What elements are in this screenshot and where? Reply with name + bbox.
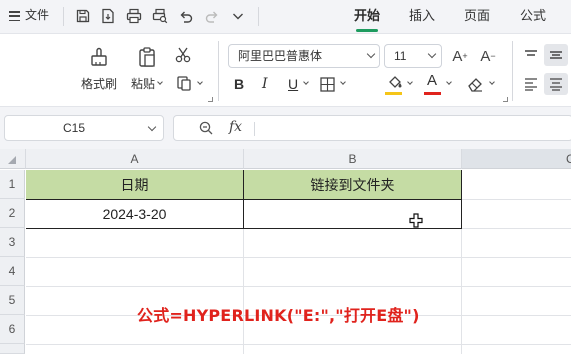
- gridline: [462, 228, 571, 229]
- align-center-icon[interactable]: [544, 73, 568, 95]
- print-icon[interactable]: [124, 6, 144, 26]
- paste-dropdown-icon[interactable]: [157, 79, 163, 85]
- column-header-c[interactable]: C: [462, 149, 571, 169]
- row-header-6[interactable]: 6: [0, 315, 25, 344]
- clipboard-dialog-launcher[interactable]: [208, 97, 213, 102]
- zoom-formula-icon[interactable]: [198, 120, 216, 138]
- tab-page[interactable]: 页面: [464, 8, 490, 24]
- row-header-2[interactable]: 2: [0, 199, 25, 228]
- formula-input[interactable]: fx: [173, 115, 571, 141]
- cell-a2[interactable]: 2024-3-20: [26, 200, 244, 229]
- paste-label[interactable]: 粘贴: [131, 77, 155, 91]
- increase-font-icon[interactable]: A +: [450, 45, 470, 67]
- main-menu-icon[interactable]: [9, 11, 20, 22]
- font-color-dropdown-icon[interactable]: [446, 79, 452, 85]
- font-color-swatch: [424, 92, 441, 95]
- divider: [258, 7, 259, 26]
- fx-icon[interactable]: fx: [229, 119, 242, 135]
- font-dialog-launcher[interactable]: [503, 97, 508, 102]
- gridline: [26, 344, 571, 345]
- row-header-7[interactable]: [0, 344, 25, 354]
- tab-formulas[interactable]: 公式: [520, 8, 546, 24]
- copy-icon[interactable]: [174, 73, 194, 93]
- tab-insert[interactable]: 插入: [409, 8, 435, 24]
- copy-dropdown-icon[interactable]: [197, 79, 203, 85]
- row-header-5[interactable]: 5: [0, 286, 25, 315]
- font-size-chevron-icon: [427, 49, 437, 59]
- more-chevron-icon[interactable]: [228, 6, 248, 26]
- divider: [254, 122, 255, 136]
- redo-icon[interactable]: [202, 6, 222, 26]
- cell-b2[interactable]: [244, 200, 462, 229]
- italic-button[interactable]: I: [262, 77, 268, 91]
- divider: [512, 41, 513, 101]
- bold-button[interactable]: B: [234, 77, 244, 91]
- formula-bar: C15 fx: [0, 107, 571, 149]
- cell-b1[interactable]: 链接到文件夹: [244, 170, 462, 200]
- align-middle-icon[interactable]: [544, 44, 568, 66]
- export-pdf-icon[interactable]: [98, 6, 118, 26]
- borders-dropdown-icon[interactable]: [340, 79, 346, 85]
- decrease-font-icon[interactable]: A −: [478, 45, 498, 67]
- underline-dropdown-icon[interactable]: [303, 79, 309, 85]
- clear-dropdown-icon[interactable]: [489, 79, 495, 85]
- tab-home[interactable]: 开始: [354, 8, 380, 24]
- name-box[interactable]: C15: [4, 115, 164, 141]
- name-box-chevron-icon[interactable]: [147, 122, 157, 132]
- select-all-corner[interactable]: [0, 149, 26, 169]
- font-name-select[interactable]: 阿里巴巴普惠体: [228, 44, 380, 68]
- format-painter-icon[interactable]: [86, 44, 112, 70]
- gridline: [26, 286, 571, 287]
- font-name-chevron-icon: [366, 49, 376, 59]
- file-menu[interactable]: 文件: [25, 8, 49, 22]
- column-header-b[interactable]: B: [244, 149, 462, 169]
- undo-icon[interactable]: [176, 6, 196, 26]
- name-box-value: C15: [62, 121, 85, 135]
- align-left-icon[interactable]: [521, 74, 541, 94]
- row-header-3[interactable]: 3: [0, 228, 25, 257]
- font-name-value: 阿里巴巴普惠体: [238, 49, 323, 63]
- font-size-value: 11: [394, 49, 407, 63]
- column-header-a[interactable]: A: [26, 149, 244, 169]
- font-color-icon[interactable]: A: [427, 73, 437, 88]
- format-painter-label[interactable]: 格式刷: [81, 77, 117, 91]
- cut-icon[interactable]: [173, 45, 193, 65]
- save-icon[interactable]: [73, 6, 93, 26]
- gridline: [462, 199, 571, 200]
- divider: [218, 41, 219, 101]
- cell-a1[interactable]: 日期: [26, 170, 244, 200]
- font-size-select[interactable]: 11: [384, 44, 442, 68]
- eraser-icon[interactable]: [465, 74, 485, 94]
- print-preview-icon[interactable]: [150, 6, 170, 26]
- cell-select-cursor-icon: [409, 213, 423, 229]
- formula-annotation: 公式=HYPERLINK("E:","打开E盘"): [137, 306, 420, 325]
- gridline: [26, 257, 571, 258]
- fill-color-icon[interactable]: [385, 73, 405, 93]
- menu-bar: 文件 开始 插入 页面 公式: [0, 0, 571, 34]
- fill-color-swatch: [385, 92, 402, 95]
- fill-color-dropdown-icon[interactable]: [407, 79, 413, 85]
- underline-button[interactable]: U: [288, 77, 298, 91]
- paste-icon[interactable]: [134, 44, 160, 70]
- borders-icon[interactable]: [318, 75, 336, 93]
- ribbon: 格式刷 粘贴 阿里巴巴普惠体 11 A + A − B I U A: [0, 35, 571, 107]
- active-tab-indicator: [356, 29, 378, 32]
- align-top-icon[interactable]: [521, 45, 541, 65]
- divider: [63, 7, 64, 26]
- row-header-1[interactable]: 1: [0, 170, 25, 199]
- row-header-4[interactable]: 4: [0, 257, 25, 286]
